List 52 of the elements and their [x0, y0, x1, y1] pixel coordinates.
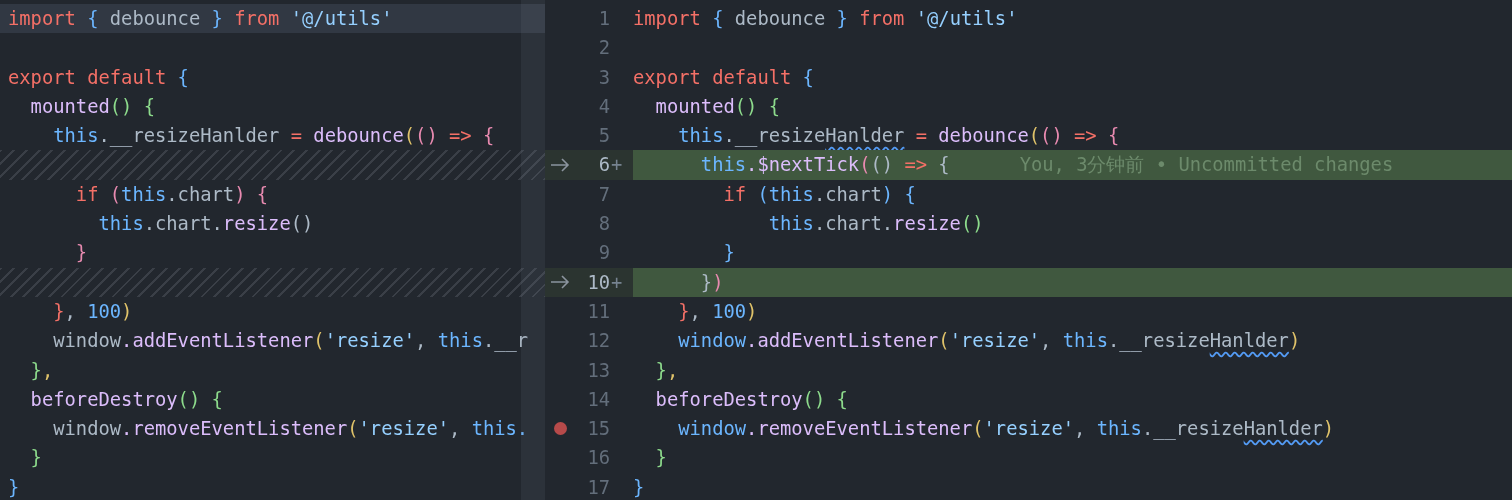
code-line: this.$nextTick(() => { — [699, 153, 950, 178]
code-line: } — [8, 476, 20, 498]
code-line: mounted() { — [654, 94, 780, 119]
code-line: this.chart.resize() — [97, 213, 314, 235]
code-line: }, 100) — [52, 300, 133, 322]
diff-marker: + — [610, 154, 623, 176]
arrow-icon — [550, 275, 570, 290]
line-number: 16 — [586, 446, 610, 471]
code-line: if (this.chart) { — [722, 182, 916, 207]
code-line: } — [74, 242, 88, 264]
code-line: import { debounce } from '@/utils' — [8, 8, 393, 29]
line-number: 11 — [586, 299, 610, 324]
line-number: 8 — [597, 212, 610, 237]
code-line: window.addEventListener('resize', this.__r — [52, 330, 529, 352]
code-line: } — [722, 241, 735, 266]
code-line: window.removeEventListener('resize', this. — [52, 418, 529, 440]
line-number: 5 — [597, 124, 610, 149]
code-line: }, — [654, 358, 679, 383]
line-number: 1 — [597, 7, 610, 31]
code-line: this.chart.resize() — [767, 212, 984, 237]
line-number: 15 — [586, 417, 610, 442]
code-line: this.__resizeHanlder = debounce(() => { — [677, 124, 1120, 149]
code-line: }, — [29, 359, 54, 381]
code-line: export default { — [633, 65, 814, 90]
code-line: window.removeEventListener('resize', this.__resizeHanlder) — [677, 417, 1335, 442]
line-number: 12 — [586, 329, 610, 354]
line-number: 13 — [586, 358, 610, 383]
code-line: }) — [699, 270, 724, 295]
line-number: 10 — [575, 267, 610, 297]
code-line: }, 100) — [677, 299, 758, 324]
code-line: export default { — [8, 66, 189, 88]
code-line: this.__resizeHanlder = debounce(() => { — [52, 125, 495, 147]
line-number: 6 — [575, 150, 610, 180]
diff-marker: + — [610, 271, 623, 293]
line-number: 17 — [586, 475, 610, 500]
arrow-icon — [550, 158, 570, 173]
code-line: } — [633, 475, 645, 500]
code-line: } — [29, 447, 42, 469]
code-line: beforeDestroy() { — [654, 387, 848, 412]
line-number: 2 — [597, 36, 610, 61]
code-line: import { debounce } from '@/utils' — [633, 7, 1018, 31]
line-number: 7 — [597, 182, 610, 207]
line-number: 14 — [586, 387, 610, 412]
line-number: 4 — [597, 94, 610, 119]
code-line: window.addEventListener('resize', this.__resizeHanlder) — [677, 329, 1301, 354]
code-line: beforeDestroy() { — [29, 388, 223, 410]
breakpoint-icon[interactable] — [553, 422, 567, 436]
code-line: } — [654, 446, 667, 471]
code-line: mounted() { — [29, 95, 155, 117]
code-line: if (this.chart) { — [74, 183, 269, 205]
line-number: 9 — [597, 241, 610, 266]
line-number: 3 — [597, 65, 610, 90]
